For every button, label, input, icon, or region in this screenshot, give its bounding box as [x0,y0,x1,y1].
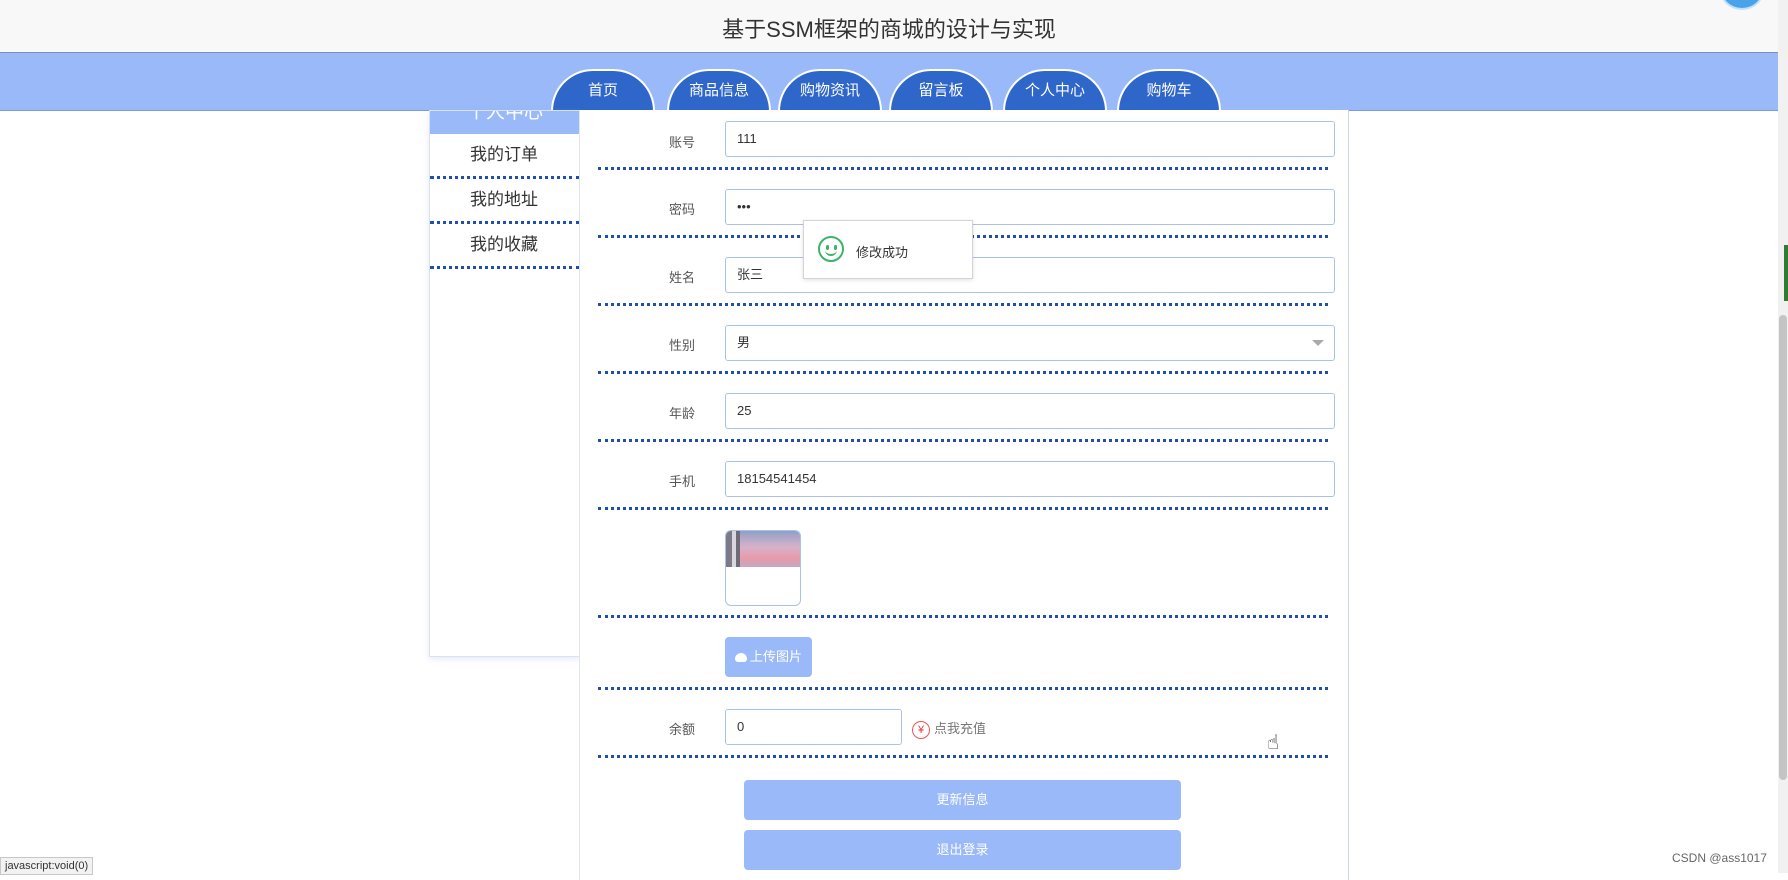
status-bar-url: javascript:void(0) [0,857,94,875]
logout-button[interactable]: 退出登录 [744,830,1181,870]
site-title: 基于SSM框架的商城的设计与实现 [722,17,1056,42]
sidebar-item-favorites[interactable]: 我的收藏 [430,224,580,269]
gender-value: 男 [737,335,751,350]
top-header: 基于SSM框架的商城的设计与实现 [0,0,1778,53]
recharge-label: 点我充值 [934,721,987,736]
form-row-gender: 性别 男 [598,306,1335,374]
recharge-link[interactable]: ¥ 点我充值 ☝ [912,718,1279,754]
balance-label: 余额 [668,722,695,737]
age-label: 年龄 [668,406,695,421]
watermark: CSDN @ass1017 [1672,851,1767,865]
nav-tab-messages[interactable]: 留言板 [889,69,993,111]
vertical-scrollbar[interactable] [1778,0,1788,873]
form-row-phone: 手机 18154541454 [598,442,1335,510]
name-label: 姓名 [668,270,695,285]
profile-sidebar: 个人中心 我的订单 我的地址 我的收藏 [429,110,581,657]
form-row-account: 账号 111 [598,110,1335,170]
cloud-upload-icon [734,653,747,662]
success-toast: 修改成功 [803,220,973,279]
sidebar-item-orders[interactable]: 我的订单 [430,134,580,179]
nav-tab-news[interactable]: 购物资讯 [778,69,882,111]
main-nav: 首页 商品信息 购物资讯 留言板 个人中心 购物车 [0,53,1778,111]
toast-message: 修改成功 [856,245,909,260]
age-field[interactable]: 25 [725,393,1335,429]
gender-label: 性别 [668,338,695,353]
account-field[interactable]: 111 [725,121,1335,157]
scrollbar-thumb[interactable] [1779,315,1787,780]
form-row-age: 年龄 25 [598,374,1335,442]
avatar-image [726,531,800,567]
nav-tab-cart[interactable]: 购物车 [1117,69,1221,111]
scroll-marker [1784,245,1788,301]
password-label: 密码 [668,202,695,217]
phone-field[interactable]: 18154541454 [725,461,1335,497]
account-label: 账号 [668,135,695,150]
sidebar-heading: 个人中心 [430,111,580,134]
sidebar-item-addresses[interactable]: 我的地址 [430,179,580,224]
yen-icon: ¥ [912,721,930,739]
nav-tab-profile[interactable]: 个人中心 [1003,69,1107,111]
form-row-avatar [598,510,1328,618]
update-info-button[interactable]: 更新信息 [744,780,1181,820]
hand-cursor-icon: ☝ [1267,732,1280,754]
upload-image-button[interactable]: 上传图片 [725,637,812,677]
smile-icon [818,236,844,262]
user-avatar-icon[interactable] [1720,0,1764,10]
upload-button-label: 上传图片 [749,649,802,664]
form-row-balance: 余额 0 ¥ 点我充值 ☝ [598,690,1328,758]
chevron-down-icon [1312,340,1324,346]
nav-tab-products[interactable]: 商品信息 [667,69,771,111]
form-row-upload: 上传图片 [598,618,1328,690]
gender-select[interactable]: 男 [725,325,1335,361]
phone-label: 手机 [668,474,695,489]
nav-tab-home[interactable]: 首页 [551,69,655,111]
avatar-preview [725,530,801,606]
balance-field[interactable]: 0 [725,709,902,745]
